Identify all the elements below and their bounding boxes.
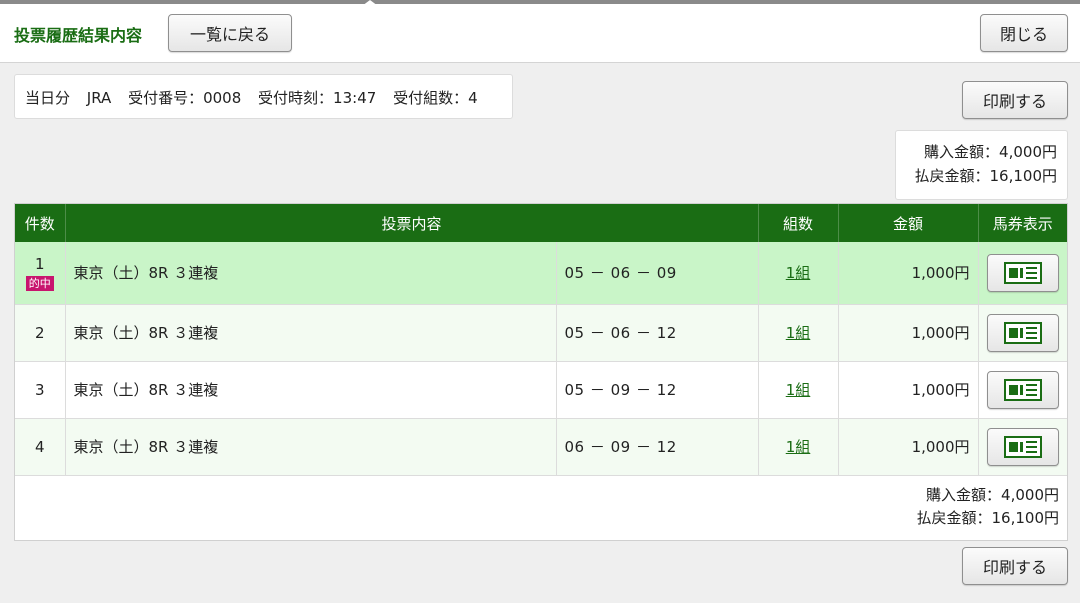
row-combo: 06 － 09 － 12 bbox=[556, 418, 759, 476]
refund-amount: 払戻金額：16,100円 bbox=[916, 509, 1060, 527]
row-race: 東京（土）8R ３連複 bbox=[65, 361, 557, 419]
info-combo-count: 受付組数：4 bbox=[393, 89, 478, 107]
header-content: 投票内容 bbox=[65, 204, 759, 242]
ticket-view-icon bbox=[1003, 378, 1042, 401]
ticket-view-icon bbox=[1003, 261, 1042, 284]
header-amount: 金額 bbox=[838, 204, 979, 242]
row-combo: 05 － 09 － 12 bbox=[556, 361, 759, 419]
row-num: 2 bbox=[15, 304, 66, 362]
purchase-amount: 購入金額：4,000円 bbox=[926, 486, 1059, 504]
info-receipt-time: 受付時刻：13:47 bbox=[258, 89, 377, 107]
row-race: 東京（土）8R ３連複 bbox=[65, 242, 557, 305]
row-kumi-link[interactable]: 1組 bbox=[786, 264, 811, 282]
ticket-view-icon bbox=[1003, 321, 1042, 344]
summary-box-top: 購入金額：4,000円 払戻金額：16,100円 bbox=[895, 130, 1068, 200]
page-title: 投票履歴結果内容 bbox=[14, 26, 143, 45]
print-button-bottom[interactable]: 印刷する bbox=[962, 547, 1068, 585]
bet-table-panel: 件数 投票内容 組数 金額 馬券表示 1 的中 東京（土）8R ３連複 05 －… bbox=[14, 203, 1068, 541]
back-to-list-button[interactable]: 一覧に戻る bbox=[168, 14, 292, 52]
row-combo: 05 － 06 － 12 bbox=[556, 304, 759, 362]
row-num: 1 bbox=[34, 254, 45, 273]
purchase-amount: 購入金額：4,000円 bbox=[924, 143, 1057, 161]
info-org: JRA bbox=[86, 89, 112, 107]
row-amount: 1,000円 bbox=[838, 361, 979, 419]
hit-badge: 的中 bbox=[25, 275, 54, 291]
ticket-view-button[interactable] bbox=[986, 313, 1059, 352]
ticket-view-button[interactable] bbox=[986, 427, 1059, 466]
receipt-info: 当日分 JRA 受付番号：0008 受付時刻：13:47 受付組数：4 bbox=[14, 74, 513, 119]
print-button-top[interactable]: 印刷する bbox=[962, 81, 1068, 119]
header-kumi: 組数 bbox=[758, 204, 839, 242]
bet-table: 件数 投票内容 組数 金額 馬券表示 1 的中 東京（土）8R ３連複 05 －… bbox=[15, 204, 1068, 476]
table-header-row: 件数 投票内容 組数 金額 馬券表示 bbox=[15, 204, 1068, 242]
row-race: 東京（土）8R ３連複 bbox=[65, 418, 557, 476]
table-row: 2 東京（土）8R ３連複 05 － 06 － 12 1組 1,000円 bbox=[15, 304, 1068, 362]
header-ticket: 馬券表示 bbox=[978, 204, 1068, 242]
table-row: 1 的中 東京（土）8R ３連複 05 － 06 － 09 1組 1,000円 bbox=[15, 242, 1068, 305]
result-window: 投票履歴結果内容 一覧に戻る 閉じる 当日分 JRA 受付番号：0008 受付時… bbox=[0, 4, 1080, 603]
refund-amount: 払戻金額：16,100円 bbox=[914, 167, 1058, 185]
row-race: 東京（土）8R ３連複 bbox=[65, 304, 557, 362]
row-amount: 1,000円 bbox=[838, 304, 979, 362]
table-row: 3 東京（土）8R ３連複 05 － 09 － 12 1組 1,000円 bbox=[15, 361, 1068, 419]
ticket-view-button[interactable] bbox=[986, 370, 1059, 409]
row-num: 3 bbox=[15, 361, 66, 419]
ticket-view-icon bbox=[1003, 435, 1042, 458]
row-kumi-link[interactable]: 1組 bbox=[786, 381, 811, 399]
info-day: 当日分 bbox=[25, 89, 71, 107]
info-receipt-no: 受付番号：0008 bbox=[128, 89, 242, 107]
row-num: 4 bbox=[15, 418, 66, 476]
row-combo: 05 － 06 － 09 bbox=[556, 242, 759, 305]
ticket-view-button[interactable] bbox=[986, 253, 1059, 292]
row-amount: 1,000円 bbox=[838, 418, 979, 476]
close-button[interactable]: 閉じる bbox=[980, 14, 1068, 52]
header-bar: 投票履歴結果内容 一覧に戻る 閉じる bbox=[0, 4, 1080, 63]
header-num: 件数 bbox=[15, 204, 66, 242]
row-kumi-link[interactable]: 1組 bbox=[786, 438, 811, 456]
summary-footer: 購入金額：4,000円 払戻金額：16,100円 bbox=[917, 484, 1060, 530]
table-row: 4 東京（土）8R ３連複 06 － 09 － 12 1組 1,000円 bbox=[15, 418, 1068, 476]
row-amount: 1,000円 bbox=[838, 242, 979, 305]
row-kumi-link[interactable]: 1組 bbox=[786, 324, 811, 342]
